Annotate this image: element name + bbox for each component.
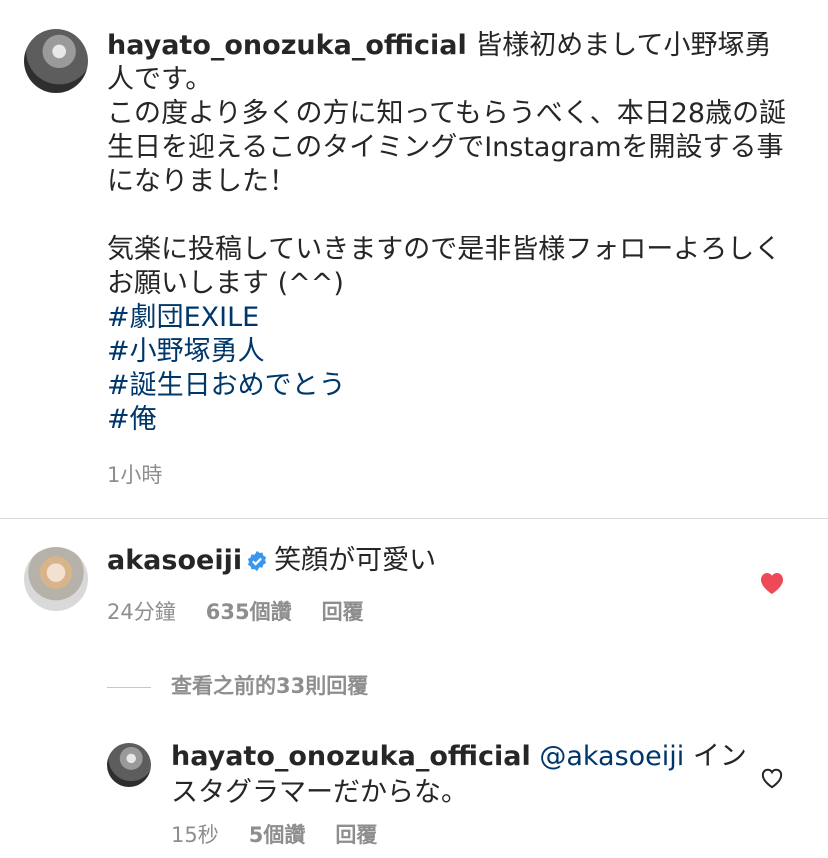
reply-meta: 15秒 5個讚 回覆: [171, 819, 377, 849]
reply-comment: hayato_onozuka_official @akasoeiji インスタグ…: [171, 739, 751, 811]
reply-likes-count[interactable]: 5個讚: [249, 823, 306, 847]
comment-text: 笑顔が可愛い: [274, 545, 437, 576]
reply-author-avatar[interactable]: [107, 743, 151, 787]
commenter-avatar[interactable]: [24, 547, 88, 611]
comment-timestamp: 24分鐘: [107, 600, 176, 624]
hashtag-link[interactable]: #劇団EXILE: [107, 301, 797, 335]
comment-meta: 24分鐘 635個讚 回覆: [107, 596, 364, 626]
view-previous-label[interactable]: 查看之前的33則回覆: [171, 674, 368, 698]
post-caption: hayato_onozuka_official 皆様初めまして小野塚勇人です。 …: [107, 29, 797, 437]
post-caption-text: 皆様初めまして小野塚勇人です。 この度より多くの方に知ってもらうべく、本日28歳…: [107, 30, 787, 299]
comment-likes-count[interactable]: 635個讚: [206, 600, 292, 624]
reply-button[interactable]: 回覆: [335, 823, 377, 847]
commenter-username[interactable]: akasoeiji: [107, 545, 242, 576]
comment: akasoeiji 笑顔が可愛い: [107, 543, 436, 579]
post-author-avatar[interactable]: [24, 29, 88, 93]
divider: [0, 518, 828, 519]
hashtag-link[interactable]: #誕生日おめでとう: [107, 369, 797, 403]
reply-timestamp: 15秒: [171, 823, 219, 847]
reply-author-username[interactable]: hayato_onozuka_official: [171, 741, 531, 772]
mention-link[interactable]: @akasoeiji: [539, 741, 684, 772]
post-author-username[interactable]: hayato_onozuka_official: [107, 30, 467, 61]
divider-line: [107, 686, 151, 688]
reply-button[interactable]: 回覆: [322, 600, 364, 624]
post-timestamp: 1小時: [107, 463, 163, 487]
verified-badge-icon: [248, 550, 267, 572]
hashtag-link[interactable]: #小野塚勇人: [107, 335, 797, 369]
heart-outline-icon[interactable]: [760, 767, 784, 789]
heart-filled-icon[interactable]: [759, 571, 785, 595]
hashtag-link[interactable]: #俺: [107, 403, 797, 437]
view-previous-replies[interactable]: 查看之前的33則回覆: [107, 670, 368, 700]
